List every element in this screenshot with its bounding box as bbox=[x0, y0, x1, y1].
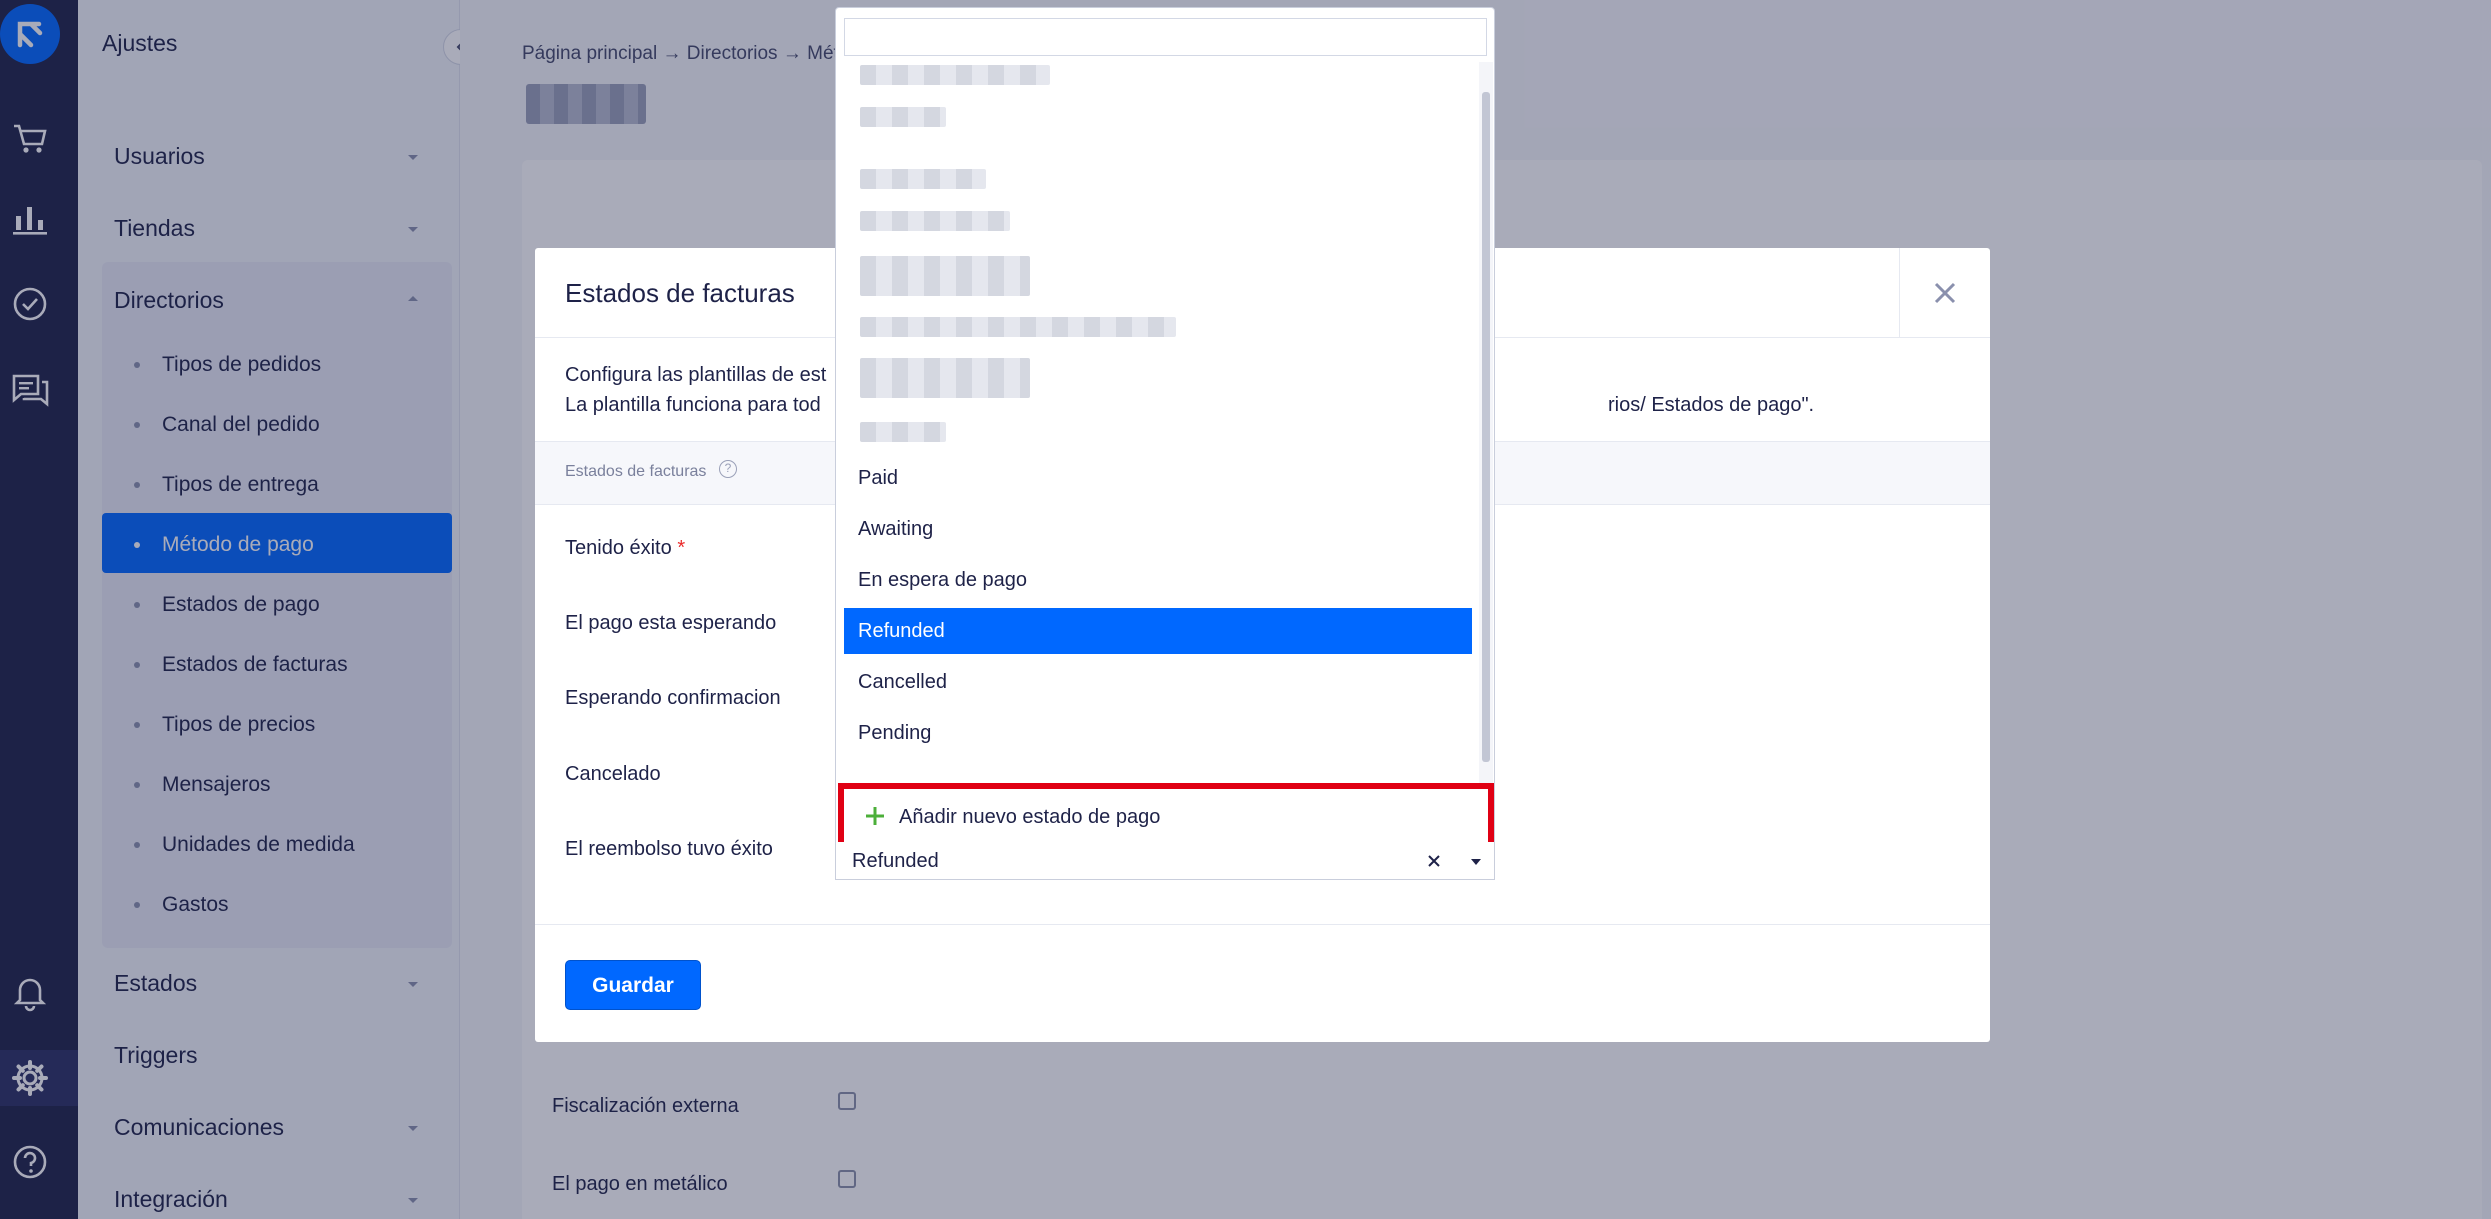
clear-icon[interactable] bbox=[1425, 852, 1443, 870]
dropdown-option-pending[interactable]: Pending bbox=[844, 710, 1472, 756]
dropdown-option-en-espera[interactable]: En espera de pago bbox=[844, 557, 1472, 603]
dropdown-option-awaiting[interactable]: Awaiting bbox=[844, 506, 1472, 552]
help-icon[interactable]: ? bbox=[719, 460, 737, 478]
blurred-option[interactable] bbox=[860, 256, 1030, 296]
dropdown-option-paid[interactable]: Paid bbox=[844, 455, 1472, 501]
close-button[interactable] bbox=[1899, 248, 1990, 338]
field-label-esperando-confirmacion: Esperando confirmacion bbox=[565, 687, 781, 709]
field-label-tenido-exito: Tenido éxito * bbox=[565, 537, 685, 560]
field-label-text: Tenido éxito bbox=[565, 537, 672, 559]
blurred-option[interactable] bbox=[860, 358, 1030, 398]
dropdown-option-cancelled[interactable]: Cancelled bbox=[844, 659, 1472, 705]
scrollbar-thumb[interactable] bbox=[1482, 92, 1490, 762]
modal-footer-divider bbox=[535, 924, 1990, 925]
section-label: Estados de facturas bbox=[565, 463, 707, 480]
plus-icon bbox=[866, 807, 884, 825]
blurred-option[interactable] bbox=[860, 317, 1176, 337]
select-value: Refunded bbox=[852, 850, 939, 872]
modal-description-line2-end: rios/ Estados de pago". bbox=[1608, 394, 1815, 416]
payment-status-dropdown: Paid Awaiting En espera de pago Refunded… bbox=[835, 7, 1495, 849]
add-payment-status-button[interactable]: Añadir nuevo estado de pago bbox=[838, 783, 1494, 849]
option-label: Refunded bbox=[858, 620, 945, 642]
option-label: Pending bbox=[858, 722, 932, 744]
blurred-option[interactable] bbox=[860, 107, 946, 127]
blurred-option[interactable] bbox=[860, 169, 986, 189]
modal-description-line1: Configura las plantillas de est bbox=[565, 364, 827, 386]
field-label-pago-esperando: El pago esta esperando bbox=[565, 612, 777, 634]
field-label-reembolso: El reembolso tuvo éxito bbox=[565, 838, 773, 860]
required-marker: * bbox=[677, 537, 686, 559]
blurred-option[interactable] bbox=[860, 422, 946, 442]
save-button[interactable]: Guardar bbox=[565, 960, 701, 1010]
option-label: Cancelled bbox=[858, 671, 947, 693]
blurred-option[interactable] bbox=[860, 65, 1050, 85]
modal-description-line2: La plantilla funciona para tod bbox=[565, 394, 821, 416]
dropdown-option-refunded[interactable]: Refunded bbox=[844, 608, 1472, 654]
dropdown-scrollbar[interactable] bbox=[1479, 62, 1493, 834]
add-payment-status-label: Añadir nuevo estado de pago bbox=[899, 806, 1161, 828]
option-label: Awaiting bbox=[858, 518, 934, 540]
dropdown-search-input[interactable] bbox=[844, 18, 1487, 56]
dropdown-arrow-icon[interactable] bbox=[1470, 857, 1482, 867]
refund-status-select[interactable]: Refunded bbox=[835, 842, 1495, 880]
blurred-option[interactable] bbox=[860, 211, 1010, 231]
field-label-cancelado: Cancelado bbox=[565, 763, 661, 785]
modal-title: Estados de facturas bbox=[565, 278, 795, 308]
option-label: Paid bbox=[858, 467, 899, 489]
close-icon bbox=[1934, 282, 1956, 304]
option-label: En espera de pago bbox=[858, 569, 1028, 591]
